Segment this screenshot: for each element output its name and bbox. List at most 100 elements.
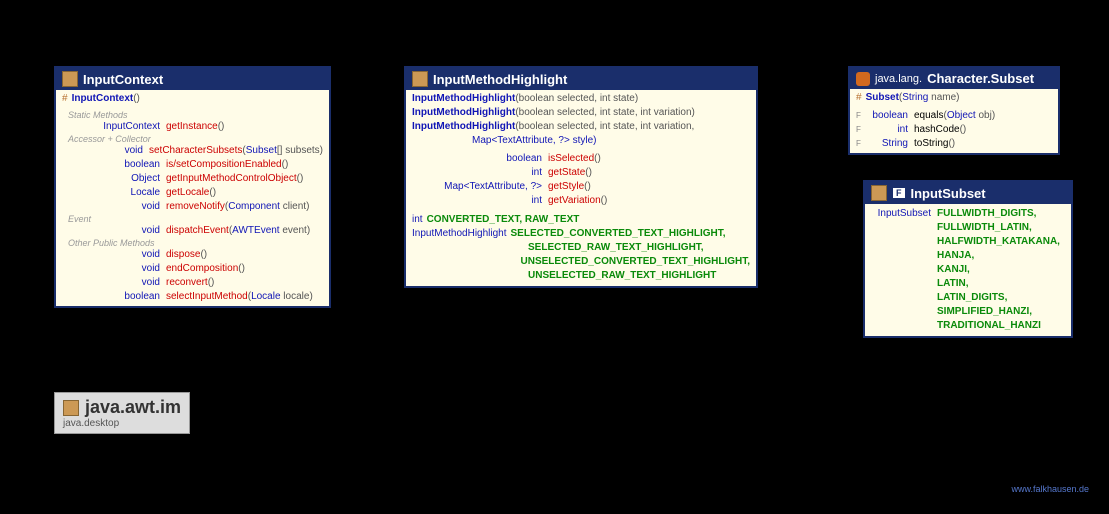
method-name: getLocale (166, 186, 209, 200)
constructor-row: #Subset (String name) (856, 91, 1052, 105)
return-type: void (62, 224, 166, 238)
field-row: FULLWIDTH_LATIN, (871, 221, 1065, 235)
method-name: setCharacterSubsets (149, 144, 242, 158)
constructor-section: #InputContext() (56, 90, 329, 108)
method-row: voiddispatchEvent (AWTEvent event) (62, 224, 323, 238)
visibility-marker: # (62, 92, 72, 106)
method-params: () (594, 152, 601, 166)
field-type: InputMethodHighlight (412, 227, 511, 241)
method-params: () (208, 276, 215, 290)
class-icon (62, 71, 78, 87)
class-box-character-subset: java.lang.Character.Subset #Subset (Stri… (848, 66, 1060, 155)
method-row: voidendComposition() (62, 262, 323, 276)
field-row: TRADITIONAL_HANZI (871, 319, 1065, 333)
method-name: getVariation (548, 194, 601, 208)
method-params: () (200, 248, 207, 262)
field-row: intCONVERTED_TEXT, RAW_TEXT (412, 213, 750, 227)
method-params: (Component client) (225, 200, 310, 214)
method-row: LocalegetLocale() (62, 186, 323, 200)
method-params: () (948, 137, 955, 151)
field-row: HANJA, (871, 249, 1065, 263)
method-params: () (209, 186, 216, 200)
class-header: java.lang.Character.Subset (850, 68, 1058, 89)
method-name: removeNotify (166, 200, 225, 214)
class-header: F InputSubset (865, 182, 1071, 204)
class-box-inputcontext: InputContext #InputContext() Static Meth… (54, 66, 331, 308)
constructor-row: InputMethodHighlight (boolean selected, … (412, 106, 750, 120)
return-type: int (864, 123, 914, 137)
method-name: endComposition (166, 262, 238, 276)
method-name: getInstance (166, 120, 218, 134)
section-label: Event (62, 214, 323, 224)
class-title: InputContext (83, 72, 163, 87)
return-type: Locale (62, 186, 166, 200)
method-row: Map<TextAttribute, ?>getStyle() (412, 180, 750, 194)
method-row: InputContextgetInstance() (62, 120, 323, 134)
method-row: booleanis/setCompositionEnabled() (62, 158, 323, 172)
method-row: voidremoveNotify (Component client) (62, 200, 323, 214)
section-label: Other Public Methods (62, 238, 323, 248)
field-row: UNSELECTED_CONVERTED_TEXT_HIGHLIGHT, (412, 255, 750, 269)
class-header: InputMethodHighlight (406, 68, 756, 90)
method-params: () (584, 180, 591, 194)
method-name: reconvert (166, 276, 208, 290)
method-row: booleanselectInputMethod (Locale locale) (62, 290, 323, 304)
method-row: intgetVariation() (412, 194, 750, 208)
method-name: is/setCompositionEnabled (166, 158, 282, 172)
method-params: () (297, 172, 304, 186)
class-icon (871, 185, 887, 201)
method-name: dispose (166, 248, 200, 262)
field-row: LATIN_DIGITS, (871, 291, 1065, 305)
final-badge: F (892, 187, 906, 199)
method-row: voidsetCharacterSubsets (Subset[] subset… (62, 144, 323, 158)
method-params: (AWTEvent event) (229, 224, 310, 238)
method-name: equals (914, 109, 943, 123)
constructor-name: InputMethodHighlight (412, 92, 515, 106)
method-name: getInputMethodControlObject (166, 172, 297, 186)
constructor-name: InputMethodHighlight (412, 106, 515, 120)
method-name: selectInputMethod (166, 290, 248, 304)
return-type: void (62, 200, 166, 214)
method-row: intgetState() (412, 166, 750, 180)
return-type: void (62, 262, 166, 276)
method-row: FinthashCode() (856, 123, 1052, 137)
field-name: SELECTED_CONVERTED_TEXT_HIGHLIGHT, (511, 227, 726, 241)
constructor-params: (boolean selected, int state, int variat… (515, 120, 694, 134)
class-icon (412, 71, 428, 87)
package-title: java.awt.im (85, 397, 181, 418)
package-icon (63, 400, 79, 416)
field-row: InputSubsetFULLWIDTH_DIGITS, (871, 207, 1065, 221)
field-name: UNSELECTED_CONVERTED_TEXT_HIGHLIGHT, (521, 255, 750, 269)
method-name: toString (914, 137, 948, 151)
method-params: () (282, 158, 289, 172)
constructor-params: (String name) (899, 91, 960, 105)
return-type: void (62, 276, 166, 290)
field-row: SELECTED_RAW_TEXT_HIGHLIGHT, (412, 241, 750, 255)
method-row: voidreconvert() (62, 276, 323, 290)
method-params: (Subset[] subsets) (242, 144, 323, 158)
class-title: InputMethodHighlight (433, 72, 567, 87)
class-box-inputsubset: F InputSubset InputSubsetFULLWIDTH_DIGITS… (863, 180, 1073, 338)
package-label: java.awt.im java.desktop (54, 392, 190, 434)
return-type: int (412, 194, 548, 208)
java-cup-icon (856, 72, 870, 86)
method-name: getStyle (548, 180, 584, 194)
method-name: getState (548, 166, 585, 180)
return-type: Map<TextAttribute, ?> (412, 180, 548, 194)
final-marker: F (856, 123, 864, 137)
method-params: () (218, 120, 225, 134)
return-type: boolean (62, 290, 166, 304)
field-name: SIMPLIFIED_HANZI, (937, 305, 1032, 319)
module-name: java.desktop (63, 418, 181, 429)
class-title: InputSubset (911, 186, 986, 201)
param-type: Map<TextAttribute, ?> style) (472, 135, 597, 146)
field-name: FULLWIDTH_DIGITS, (937, 207, 1036, 221)
final-marker: F (856, 137, 864, 151)
return-type: void (62, 248, 166, 262)
method-params: () (960, 123, 967, 137)
class-header: InputContext (56, 68, 329, 90)
footer-link[interactable]: www.falkhausen.de (1011, 484, 1089, 494)
field-row: LATIN, (871, 277, 1065, 291)
method-params: () (585, 166, 592, 180)
method-params: (Locale locale) (248, 290, 313, 304)
